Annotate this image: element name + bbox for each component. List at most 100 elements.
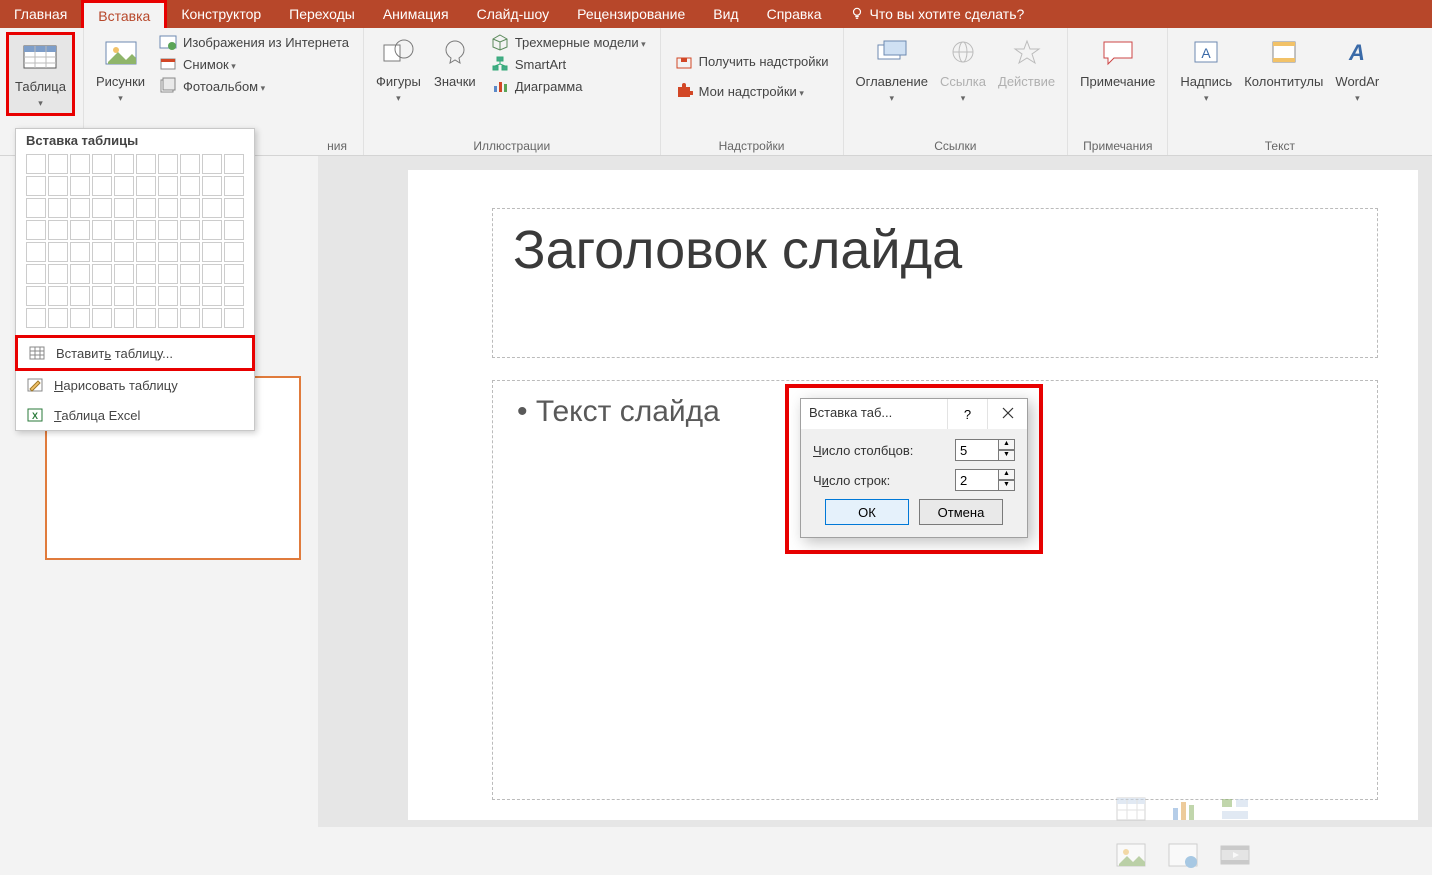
grid-cell[interactable] — [70, 264, 90, 284]
grid-cell[interactable] — [158, 154, 178, 174]
grid-cell[interactable] — [202, 198, 222, 218]
grid-cell[interactable] — [26, 220, 46, 240]
rows-down-button[interactable]: ▼ — [999, 480, 1015, 491]
dialog-close-button[interactable] — [987, 399, 1027, 429]
tab-help[interactable]: Справка — [753, 0, 836, 28]
grid-cell[interactable] — [92, 308, 112, 328]
tab-transitions[interactable]: Переходы — [275, 0, 369, 28]
grid-cell[interactable] — [26, 154, 46, 174]
grid-cell[interactable] — [92, 176, 112, 196]
grid-cell[interactable] — [224, 242, 244, 262]
grid-cell[interactable] — [114, 264, 134, 284]
grid-cell[interactable] — [180, 242, 200, 262]
grid-cell[interactable] — [70, 154, 90, 174]
grid-cell[interactable] — [48, 154, 68, 174]
grid-cell[interactable] — [70, 242, 90, 262]
grid-cell[interactable] — [180, 286, 200, 306]
grid-cell[interactable] — [114, 308, 134, 328]
wordart-button[interactable]: A WordAr — [1329, 30, 1385, 108]
get-addins-button[interactable]: Получить надстройки — [671, 51, 833, 71]
grid-cell[interactable] — [136, 242, 156, 262]
grid-cell[interactable] — [224, 198, 244, 218]
grid-cell[interactable] — [114, 220, 134, 240]
grid-cell[interactable] — [158, 220, 178, 240]
grid-cell[interactable] — [202, 242, 222, 262]
comment-button[interactable]: Примечание — [1074, 30, 1161, 93]
grid-cell[interactable] — [26, 264, 46, 284]
grid-cell[interactable] — [202, 176, 222, 196]
tab-home[interactable]: Главная — [0, 0, 81, 28]
grid-cell[interactable] — [70, 308, 90, 328]
grid-cell[interactable] — [48, 264, 68, 284]
draw-table-menu-item[interactable]: Нарисовать таблицу — [16, 370, 254, 400]
table-grid-picker[interactable] — [16, 154, 254, 336]
online-pictures-button[interactable]: Изображения из Интернета — [155, 32, 353, 52]
columns-up-button[interactable]: ▲ — [999, 439, 1015, 450]
grid-cell[interactable] — [136, 308, 156, 328]
grid-cell[interactable] — [202, 308, 222, 328]
rows-up-button[interactable]: ▲ — [999, 469, 1015, 480]
insert-smartart-icon[interactable] — [1213, 789, 1257, 829]
grid-cell[interactable] — [48, 176, 68, 196]
grid-cell[interactable] — [26, 176, 46, 196]
columns-down-button[interactable]: ▼ — [999, 450, 1015, 461]
smartart-button[interactable]: SmartArt — [487, 54, 650, 74]
chart-button[interactable]: Диаграмма — [487, 76, 650, 96]
grid-cell[interactable] — [92, 198, 112, 218]
columns-spinner[interactable]: ▲ ▼ — [955, 439, 1015, 461]
link-button[interactable]: Ссылка — [934, 30, 992, 108]
grid-cell[interactable] — [114, 286, 134, 306]
grid-cell[interactable] — [158, 242, 178, 262]
grid-cell[interactable] — [70, 176, 90, 196]
pictures-button[interactable]: Рисунки — [90, 30, 151, 108]
insert-chart-icon[interactable] — [1161, 789, 1205, 829]
grid-cell[interactable] — [180, 154, 200, 174]
grid-cell[interactable] — [136, 198, 156, 218]
tab-insert[interactable]: Вставка — [81, 0, 167, 28]
grid-cell[interactable] — [180, 176, 200, 196]
my-addins-button[interactable]: Мои надстройки — [671, 81, 833, 101]
insert-picture-icon[interactable] — [1109, 835, 1153, 875]
textbox-button[interactable]: A Надпись — [1174, 30, 1238, 108]
zoom-button[interactable]: Оглавление — [850, 30, 934, 108]
action-button[interactable]: Действие — [992, 30, 1061, 93]
excel-table-menu-item[interactable]: X Таблица Excel — [16, 400, 254, 430]
table-button[interactable]: Таблица — [9, 35, 72, 113]
grid-cell[interactable] — [26, 198, 46, 218]
ok-button[interactable]: ОК — [825, 499, 909, 525]
grid-cell[interactable] — [26, 308, 46, 328]
grid-cell[interactable] — [48, 242, 68, 262]
rows-input[interactable] — [955, 469, 999, 491]
grid-cell[interactable] — [92, 264, 112, 284]
grid-cell[interactable] — [224, 176, 244, 196]
grid-cell[interactable] — [158, 286, 178, 306]
insert-online-picture-icon[interactable] — [1161, 835, 1205, 875]
tab-review[interactable]: Рецензирование — [563, 0, 699, 28]
grid-cell[interactable] — [180, 264, 200, 284]
tab-design[interactable]: Конструктор — [167, 0, 275, 28]
grid-cell[interactable] — [114, 198, 134, 218]
insert-video-icon[interactable] — [1213, 835, 1257, 875]
tab-animations[interactable]: Анимация — [369, 0, 463, 28]
grid-cell[interactable] — [114, 154, 134, 174]
grid-cell[interactable] — [180, 198, 200, 218]
grid-cell[interactable] — [136, 286, 156, 306]
grid-cell[interactable] — [224, 286, 244, 306]
grid-cell[interactable] — [224, 264, 244, 284]
dialog-help-button[interactable]: ? — [947, 399, 987, 429]
grid-cell[interactable] — [48, 308, 68, 328]
grid-cell[interactable] — [136, 220, 156, 240]
grid-cell[interactable] — [26, 286, 46, 306]
grid-cell[interactable] — [70, 286, 90, 306]
title-placeholder[interactable]: Заголовок слайда — [492, 208, 1378, 358]
grid-cell[interactable] — [158, 176, 178, 196]
grid-cell[interactable] — [136, 154, 156, 174]
grid-cell[interactable] — [202, 264, 222, 284]
grid-cell[interactable] — [92, 220, 112, 240]
tab-view[interactable]: Вид — [699, 0, 752, 28]
grid-cell[interactable] — [114, 242, 134, 262]
grid-cell[interactable] — [136, 264, 156, 284]
grid-cell[interactable] — [202, 220, 222, 240]
rows-spinner[interactable]: ▲ ▼ — [955, 469, 1015, 491]
grid-cell[interactable] — [224, 154, 244, 174]
